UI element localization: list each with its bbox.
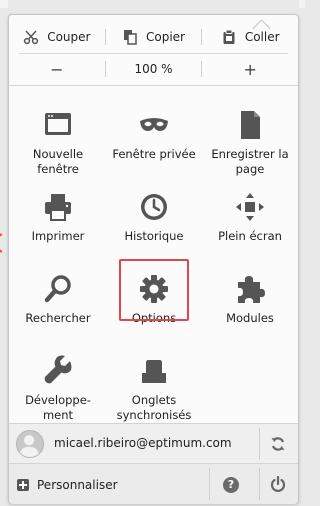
options-highlight bbox=[119, 259, 189, 321]
history-button[interactable]: Historique bbox=[109, 191, 199, 244]
clock-icon bbox=[141, 194, 167, 220]
puzzle-icon bbox=[238, 276, 265, 303]
copy-icon bbox=[124, 30, 137, 45]
divider bbox=[259, 468, 260, 500]
hamburger-menu-panel: Couper Copier Coller − 100 % + Nouvelle … bbox=[8, 14, 299, 504]
synced-tabs-button[interactable]: Onglets synchronisés bbox=[109, 355, 199, 423]
background-corner bbox=[299, 0, 305, 8]
paste-button[interactable]: Coller bbox=[202, 25, 298, 49]
help-icon[interactable]: ? bbox=[223, 477, 239, 493]
scissors-icon bbox=[24, 30, 39, 45]
save-page-button[interactable]: Enregistrer la page bbox=[205, 109, 295, 177]
copy-button[interactable]: Copier bbox=[106, 25, 202, 49]
history-label: Historique bbox=[124, 229, 184, 243]
magnifier-icon bbox=[44, 275, 71, 303]
new-window-label: Nouvelle fenêtre bbox=[32, 147, 84, 176]
fullscreen-label: Plein écran bbox=[218, 229, 282, 243]
developer-button[interactable]: Développe-ment bbox=[13, 355, 103, 423]
copy-label: Copier bbox=[146, 30, 185, 44]
developer-label: Développe-ment bbox=[25, 393, 91, 422]
zoom-reset-button[interactable]: 100 % bbox=[106, 57, 202, 81]
synced-tabs-icon bbox=[142, 360, 166, 383]
fullscreen-button[interactable]: Plein écran bbox=[205, 191, 295, 244]
print-button[interactable]: Imprimer bbox=[13, 191, 103, 244]
addons-label: Modules bbox=[226, 311, 274, 325]
find-label: Rechercher bbox=[25, 311, 91, 325]
sync-icon[interactable] bbox=[270, 436, 286, 452]
cut-label: Couper bbox=[47, 30, 91, 44]
power-icon[interactable] bbox=[270, 476, 286, 492]
account-bar[interactable]: micael.ribeiro@eptimum.com bbox=[9, 423, 298, 464]
avatar-silhouette-icon bbox=[18, 435, 40, 457]
wrench-icon bbox=[44, 355, 72, 384]
background-corner bbox=[0, 0, 8, 8]
new-window-button[interactable]: Nouvelle fenêtre bbox=[13, 109, 103, 177]
account-email: micael.ribeiro@eptimum.com bbox=[54, 436, 232, 450]
synced-tabs-label: Onglets synchronisés bbox=[116, 393, 192, 422]
printer-icon bbox=[45, 194, 71, 221]
edit-controls: Couper Copier Coller bbox=[9, 25, 298, 49]
private-mask-icon bbox=[140, 118, 168, 131]
paste-label: Coller bbox=[244, 30, 280, 44]
divider bbox=[259, 428, 260, 460]
save-page-label: Enregistrer la page bbox=[211, 147, 289, 176]
cut-button[interactable]: Couper bbox=[9, 25, 105, 49]
new-window-icon bbox=[45, 113, 71, 135]
zoom-controls: − 100 % + bbox=[9, 57, 298, 81]
divider bbox=[209, 468, 210, 500]
customize-button[interactable]: Personnaliser bbox=[9, 464, 209, 504]
save-page-icon bbox=[241, 111, 260, 139]
plus-box-icon bbox=[17, 479, 29, 491]
customize-label: Personnaliser bbox=[37, 478, 118, 492]
fullscreen-icon bbox=[236, 193, 264, 221]
clipboard-icon bbox=[223, 29, 235, 44]
print-label: Imprimer bbox=[31, 229, 85, 243]
addons-button[interactable]: Modules bbox=[205, 273, 295, 326]
zoom-in-button[interactable]: + bbox=[202, 57, 298, 81]
divider bbox=[19, 53, 288, 54]
avatar bbox=[16, 430, 44, 458]
find-button[interactable]: Rechercher bbox=[13, 273, 103, 326]
private-window-button[interactable]: Fenêtre privée bbox=[109, 109, 199, 162]
zoom-out-button[interactable]: − bbox=[9, 57, 105, 81]
private-window-label: Fenêtre privée bbox=[112, 147, 196, 161]
divider bbox=[9, 85, 298, 86]
customize-bar: Personnaliser ? bbox=[9, 463, 298, 504]
